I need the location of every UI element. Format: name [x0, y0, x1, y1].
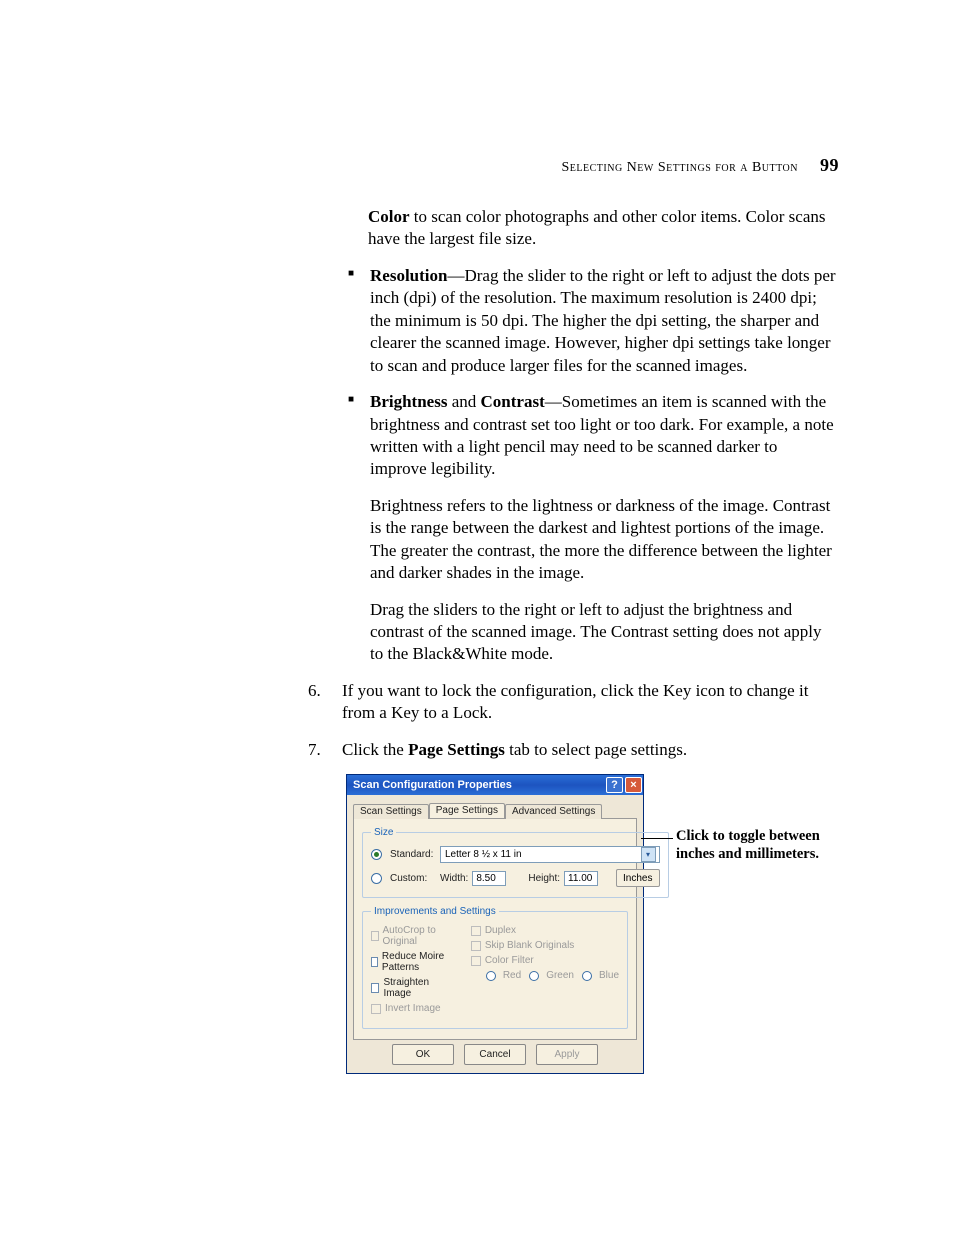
radio-blue[interactable] [582, 971, 592, 981]
checkbox-straighten[interactable] [371, 983, 379, 993]
radio-custom[interactable] [371, 873, 382, 884]
label-red: Red [503, 970, 521, 981]
width-label: Width: [440, 873, 468, 884]
tab-scan-settings[interactable]: Scan Settings [353, 804, 429, 819]
brightness-bold: Brightness [370, 392, 447, 411]
checkbox-autocrop[interactable] [371, 931, 379, 941]
step7-suffix: tab to select page settings. [505, 740, 687, 759]
size-legend: Size [371, 827, 396, 838]
radio-red[interactable] [486, 971, 496, 981]
bc-para3: Drag the sliders to the right or left to… [370, 599, 838, 666]
checkbox-invert[interactable] [371, 1004, 381, 1014]
resolution-bold: Resolution [370, 266, 447, 285]
size-group: Size Standard: Letter 8 ½ x 11 in ▾ Cust… [362, 827, 669, 898]
cancel-button[interactable]: Cancel [464, 1044, 526, 1065]
tab-panel-page-settings: Size Standard: Letter 8 ½ x 11 in ▾ Cust… [353, 818, 637, 1040]
apply-button[interactable]: Apply [536, 1044, 598, 1065]
callout-text: Click to toggle between inches and milli… [676, 827, 841, 863]
label-straighten: Straighten Image [383, 977, 444, 999]
contrast-bold: Contrast [481, 392, 545, 411]
label-invert: Invert Image [385, 1003, 441, 1014]
checkbox-moire[interactable] [371, 957, 378, 967]
bullet-resolution: Resolution—Drag the slider to the right … [348, 265, 838, 377]
bullet-brightness-contrast: Brightness and Contrast—Sometimes an ite… [348, 391, 838, 666]
step-6: 6. If you want to lock the configuration… [308, 680, 838, 725]
improvements-group: Improvements and Settings AutoCrop to Or… [362, 906, 628, 1029]
step7-bold: Page Settings [408, 740, 505, 759]
color-bold: Color [368, 207, 410, 226]
ok-button[interactable]: OK [392, 1044, 454, 1065]
running-head-text: Selecting New Settings for a Button [562, 160, 798, 175]
step7-prefix: Click the [342, 740, 408, 759]
dialog-titlebar[interactable]: Scan Configuration Properties ? × [347, 775, 643, 795]
height-input[interactable]: 11.00 [564, 871, 598, 886]
standard-label: Standard: [390, 849, 436, 860]
scan-config-dialog: Scan Configuration Properties ? × Scan S… [346, 774, 644, 1074]
tab-page-settings[interactable]: Page Settings [429, 803, 505, 818]
callout-leader-line [641, 838, 673, 839]
step7-num: 7. [308, 739, 321, 761]
width-input[interactable]: 8.50 [472, 871, 506, 886]
standard-size-value: Letter 8 ½ x 11 in [445, 849, 522, 860]
label-skip-blank: Skip Blank Originals [485, 940, 574, 951]
bc-para2: Brightness refers to the lightness or da… [370, 495, 838, 585]
label-autocrop: AutoCrop to Original [383, 925, 445, 947]
custom-label: Custom: [390, 873, 436, 884]
step-7: 7. Click the Page Settings tab to select… [308, 739, 838, 761]
and-word: and [447, 392, 480, 411]
label-green: Green [546, 970, 574, 981]
label-moire: Reduce Moire Patterns [382, 951, 445, 973]
height-label: Height: [528, 873, 560, 884]
chevron-down-icon: ▾ [641, 847, 656, 862]
step6-text: If you want to lock the configuration, c… [342, 681, 808, 722]
checkbox-color-filter[interactable] [471, 956, 481, 966]
checkbox-skip-blank[interactable] [471, 941, 481, 951]
checkbox-duplex[interactable] [471, 926, 481, 936]
dialog-title: Scan Configuration Properties [353, 779, 605, 791]
units-toggle-button[interactable]: Inches [616, 869, 659, 887]
label-duplex: Duplex [485, 925, 516, 936]
page-number: 99 [820, 155, 839, 175]
label-blue: Blue [599, 970, 619, 981]
radio-green[interactable] [529, 971, 539, 981]
label-color-filter: Color Filter [485, 955, 534, 966]
page-content: Color to scan color photographs and othe… [308, 206, 838, 775]
color-paragraph: Color to scan color photographs and othe… [368, 206, 838, 251]
help-button[interactable]: ? [606, 777, 623, 793]
close-button[interactable]: × [625, 777, 642, 793]
dialog-tabs: Scan Settings Page Settings Advanced Set… [353, 801, 637, 818]
tab-advanced-settings[interactable]: Advanced Settings [505, 804, 602, 819]
radio-standard[interactable] [371, 849, 382, 860]
improvements-legend: Improvements and Settings [371, 906, 499, 917]
step6-num: 6. [308, 680, 321, 702]
running-header: Selecting New Settings for a Button 99 [514, 155, 839, 176]
standard-size-select[interactable]: Letter 8 ½ x 11 in ▾ [440, 846, 660, 863]
